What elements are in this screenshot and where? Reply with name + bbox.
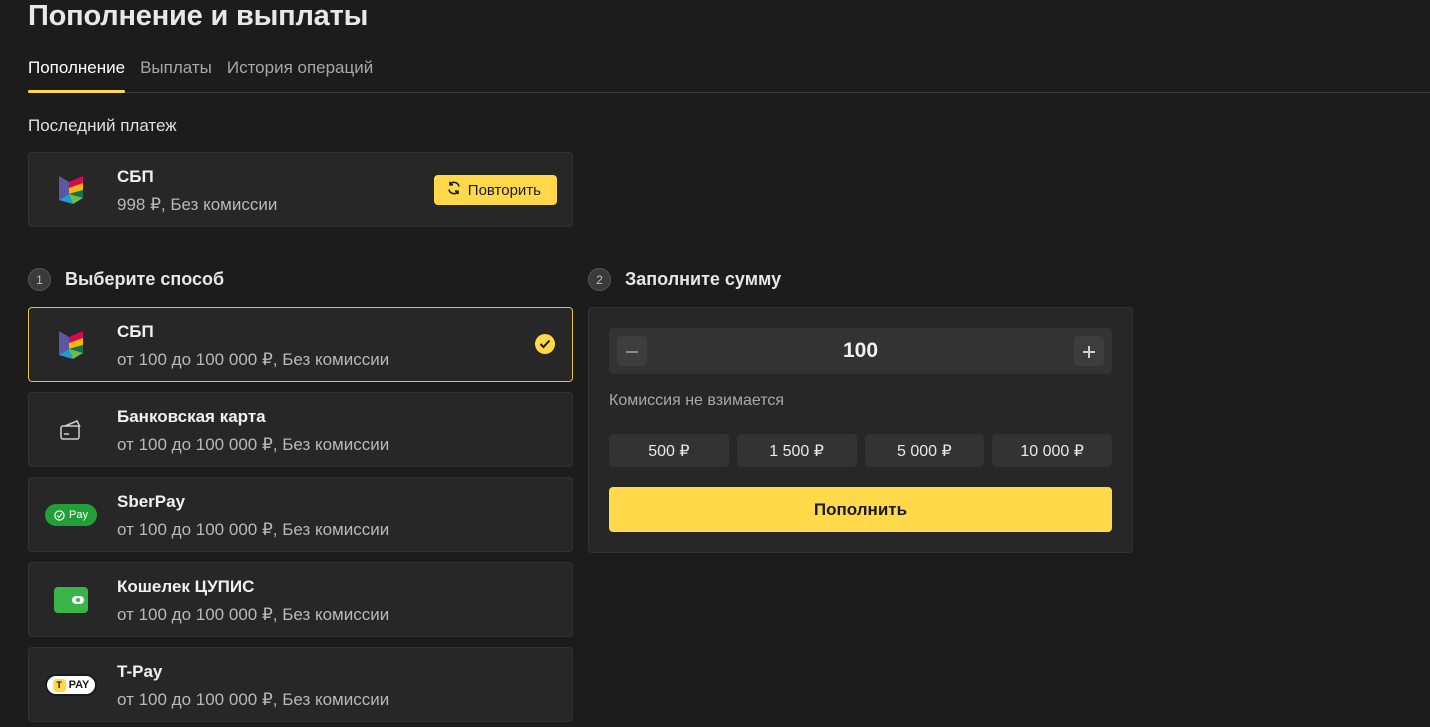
check-icon (535, 334, 555, 354)
amount-panel: 100 Комиссия не взимается 500 ₽ 1 500 ₽ … (588, 307, 1133, 553)
last-payment-details: 998 ₽, Без комиссии (117, 195, 278, 214)
step-2-heading: 2 Заполните сумму (588, 268, 781, 291)
sbp-logo-icon (45, 169, 97, 211)
step-number: 1 (28, 268, 51, 291)
method-sberpay[interactable]: Pay SberPay от 100 до 100 000 ₽, Без ком… (28, 477, 573, 552)
step-label: Заполните сумму (625, 269, 782, 289)
preset-10000[interactable]: 10 000 ₽ (992, 434, 1112, 467)
method-limits: от 100 до 100 000 ₽, Без комиссии (117, 435, 390, 454)
tab-payouts[interactable]: Выплаты (140, 56, 212, 92)
wallet-icon (45, 579, 97, 621)
method-limits: от 100 до 100 000 ₽, Без комиссии (117, 350, 390, 369)
method-bank-card[interactable]: Банковская карта от 100 до 100 000 ₽, Бе… (28, 392, 573, 467)
amount-presets: 500 ₽ 1 500 ₽ 5 000 ₽ 10 000 ₽ (609, 434, 1112, 467)
bank-card-icon (45, 409, 97, 451)
plus-icon (1081, 338, 1097, 364)
page-title: Пополнение и выплаты (28, 0, 369, 32)
method-limits: от 100 до 100 000 ₽, Без комиссии (117, 605, 390, 624)
amount-input[interactable]: 100 (609, 339, 1112, 363)
step-label: Выберите способ (65, 269, 225, 289)
method-limits: от 100 до 100 000 ₽, Без комиссии (117, 520, 390, 539)
deposit-button[interactable]: Пополнить (609, 487, 1112, 532)
tab-history[interactable]: История операций (227, 56, 373, 92)
sbp-logo-icon (45, 324, 97, 366)
method-name: SberPay (117, 492, 186, 511)
last-payment-card: СБП 998 ₽, Без комиссии Повторить (28, 152, 573, 227)
last-payment-label: Последний платеж (28, 116, 177, 135)
step-number: 2 (588, 268, 611, 291)
increase-button[interactable] (1074, 336, 1104, 366)
method-name: T-Pay (117, 662, 163, 681)
preset-5000[interactable]: 5 000 ₽ (864, 434, 985, 467)
repeat-button[interactable]: Повторить (433, 175, 557, 205)
last-payment-method: СБП (117, 167, 154, 186)
tpay-logo-icon: T PAY (45, 664, 97, 706)
method-tpay[interactable]: T PAY T-Pay от 100 до 100 000 ₽, Без ком… (28, 647, 573, 722)
sberpay-logo-text: Pay (69, 509, 88, 521)
step-1-heading: 1 Выберите способ (28, 268, 224, 291)
commission-note: Комиссия не взимается (609, 392, 785, 409)
preset-1500[interactable]: 1 500 ₽ (736, 434, 857, 467)
method-sbp[interactable]: СБП от 100 до 100 000 ₽, Без комиссии (28, 307, 573, 382)
method-name: Банковская карта (117, 407, 266, 426)
amount-stepper: 100 (609, 328, 1112, 374)
tpay-logo-text: PAY (68, 679, 90, 691)
method-limits: от 100 до 100 000 ₽, Без комиссии (117, 690, 390, 709)
refresh-icon (446, 180, 462, 200)
page: Пополнение и выплаты Пополнение Выплаты … (0, 0, 1430, 727)
tab-deposit[interactable]: Пополнение (28, 56, 126, 93)
repeat-button-label: Повторить (467, 181, 541, 199)
sberpay-logo-icon: Pay (45, 494, 97, 536)
tab-bar: Пополнение Выплаты История операций (28, 56, 1430, 93)
preset-500[interactable]: 500 ₽ (609, 434, 729, 467)
method-cupis-wallet[interactable]: Кошелек ЦУПИС от 100 до 100 000 ₽, Без к… (28, 562, 573, 637)
method-name: Кошелек ЦУПИС (117, 577, 255, 596)
method-name: СБП (117, 322, 154, 341)
